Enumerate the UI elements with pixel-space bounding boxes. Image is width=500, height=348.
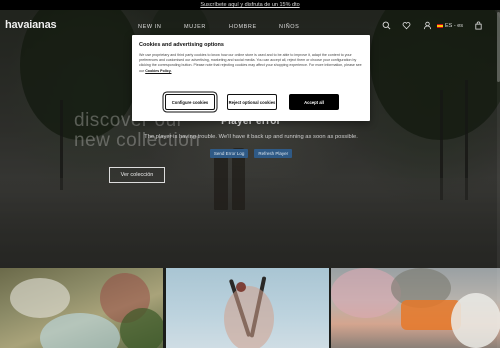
accept-all-button[interactable]: Accept all [289, 94, 339, 110]
bag-icon[interactable] [474, 21, 483, 30]
view-collection-button[interactable]: Ver colección [109, 167, 165, 183]
cookie-modal-body: We use proprietary and third party cooki… [139, 53, 363, 74]
cookies-policy-link[interactable]: Cookies Policy. [145, 69, 171, 73]
player-error: Player error The player is having troubl… [140, 116, 362, 158]
search-icon[interactable] [382, 21, 391, 30]
category-tile-1[interactable] [0, 268, 163, 348]
reject-optional-cookies-button[interactable]: Reject optional cookies [227, 94, 277, 110]
cookie-modal-text: We use proprietary and third party cooki… [139, 53, 362, 73]
language-selector[interactable]: ES - es [437, 23, 463, 29]
promo-bar: Suscríbete aquí y disfruta de un 15% dto [0, 0, 500, 10]
refresh-player-button[interactable]: Refresh Player [254, 149, 293, 158]
nav-mujer[interactable]: MUJER [184, 24, 206, 30]
cookie-modal-title: Cookies and advertising options [139, 42, 224, 48]
category-tile-3[interactable] [331, 268, 500, 348]
nav-ninos[interactable]: NIÑOS [279, 24, 299, 30]
promo-link[interactable]: Suscríbete aquí y disfruta de un 15% dto [200, 2, 299, 8]
configure-cookies-button[interactable]: Configure cookies [165, 94, 215, 110]
cookie-modal: Cookies and advertising options We use p… [132, 35, 370, 121]
user-icon[interactable] [423, 21, 432, 30]
spain-flag-icon [437, 24, 443, 28]
language-label: ES - es [445, 23, 464, 29]
nav-hombre[interactable]: HOMBRE [229, 24, 257, 30]
nav-new-in[interactable]: NEW IN [138, 24, 161, 30]
heart-icon[interactable] [402, 21, 411, 30]
send-error-log-button[interactable]: Send Error Log [209, 149, 249, 158]
player-error-message: The player is having trouble. We'll have… [144, 134, 358, 140]
logo[interactable]: havaianas [5, 19, 57, 31]
category-tile-2[interactable] [166, 268, 329, 348]
page: discover our new collection Ver colecció… [0, 0, 500, 348]
